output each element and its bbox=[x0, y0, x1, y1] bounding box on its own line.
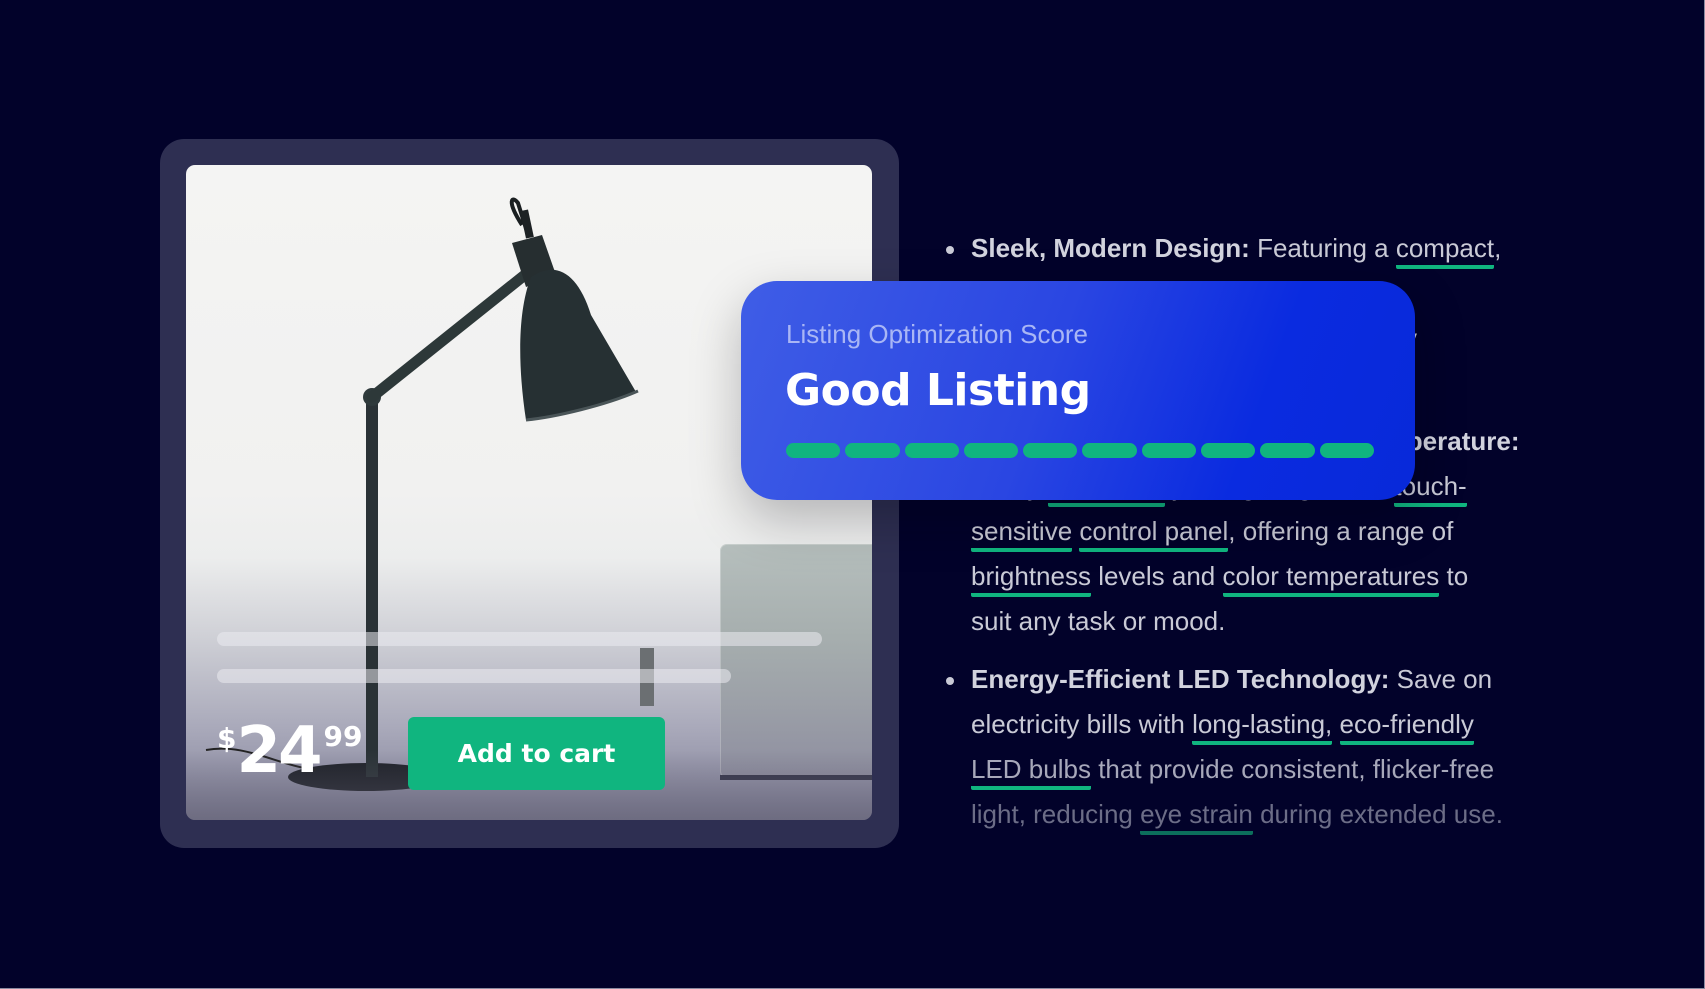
score-title: Good Listing bbox=[785, 365, 1091, 416]
description-text: , offering a range of bbox=[1228, 516, 1454, 546]
placeholder-line bbox=[217, 632, 822, 646]
score-segment bbox=[963, 443, 1019, 458]
description-text: levels and bbox=[1090, 561, 1223, 591]
score-segment bbox=[1082, 443, 1137, 458]
description-text: electricity bills with bbox=[971, 709, 1193, 739]
score-progress-bar bbox=[786, 443, 1374, 458]
description-text: to bbox=[1439, 561, 1469, 591]
score-label: Listing Optimization Score bbox=[786, 319, 1089, 349]
description-text: light, reducing bbox=[971, 799, 1141, 829]
description-text: Save on bbox=[1389, 664, 1493, 694]
highlighted-keyword: control panel bbox=[1079, 516, 1229, 552]
highlighted-keyword: color temperatures bbox=[1222, 561, 1440, 597]
description-text: suit any task or mood. bbox=[971, 606, 1226, 636]
score-segment bbox=[786, 443, 841, 458]
score-segment bbox=[845, 443, 900, 458]
add-to-cart-button[interactable]: Add to cart bbox=[408, 717, 665, 790]
description-text: , bbox=[1494, 233, 1502, 263]
highlighted-keyword: sensitive bbox=[971, 516, 1073, 552]
price-integer: 24 bbox=[236, 714, 322, 788]
score-segment bbox=[1319, 443, 1374, 458]
highlighted-keyword: brightness bbox=[971, 561, 1091, 597]
score-segment bbox=[904, 443, 959, 458]
description-text: Featuring a bbox=[1249, 233, 1396, 263]
feature-heading: Sleek, Modern Design: bbox=[971, 233, 1250, 263]
lamp-arm bbox=[366, 264, 537, 403]
lamp-pole bbox=[366, 397, 378, 777]
description-text: that provide consistent, flicker-free bbox=[1090, 754, 1495, 784]
score-segment bbox=[1201, 443, 1256, 458]
price: $ 24 99 bbox=[217, 717, 363, 783]
highlighted-keyword: eye strain bbox=[1140, 799, 1253, 835]
highlighted-keyword: eco-friendly bbox=[1339, 709, 1474, 745]
feature-bullet: Energy-Efficient LED Technology: Save on… bbox=[941, 657, 1601, 837]
highlighted-keyword: compact bbox=[1395, 233, 1495, 269]
score-segment bbox=[1023, 443, 1078, 458]
highlighted-keyword: LED bulbs bbox=[971, 754, 1091, 790]
description-text bbox=[1332, 709, 1339, 739]
description-text: during extended use. bbox=[1252, 799, 1503, 829]
score-segment bbox=[1141, 443, 1197, 458]
placeholder-line bbox=[217, 669, 731, 683]
highlighted-keyword: long-lasting, bbox=[1192, 709, 1333, 745]
listing-score-card: Listing Optimization Score Good Listing bbox=[741, 281, 1415, 500]
score-segment bbox=[1260, 443, 1315, 458]
feature-heading: Energy-Efficient LED Technology: bbox=[971, 664, 1390, 694]
price-decimal: 99 bbox=[323, 720, 363, 753]
price-currency: $ bbox=[217, 722, 237, 755]
